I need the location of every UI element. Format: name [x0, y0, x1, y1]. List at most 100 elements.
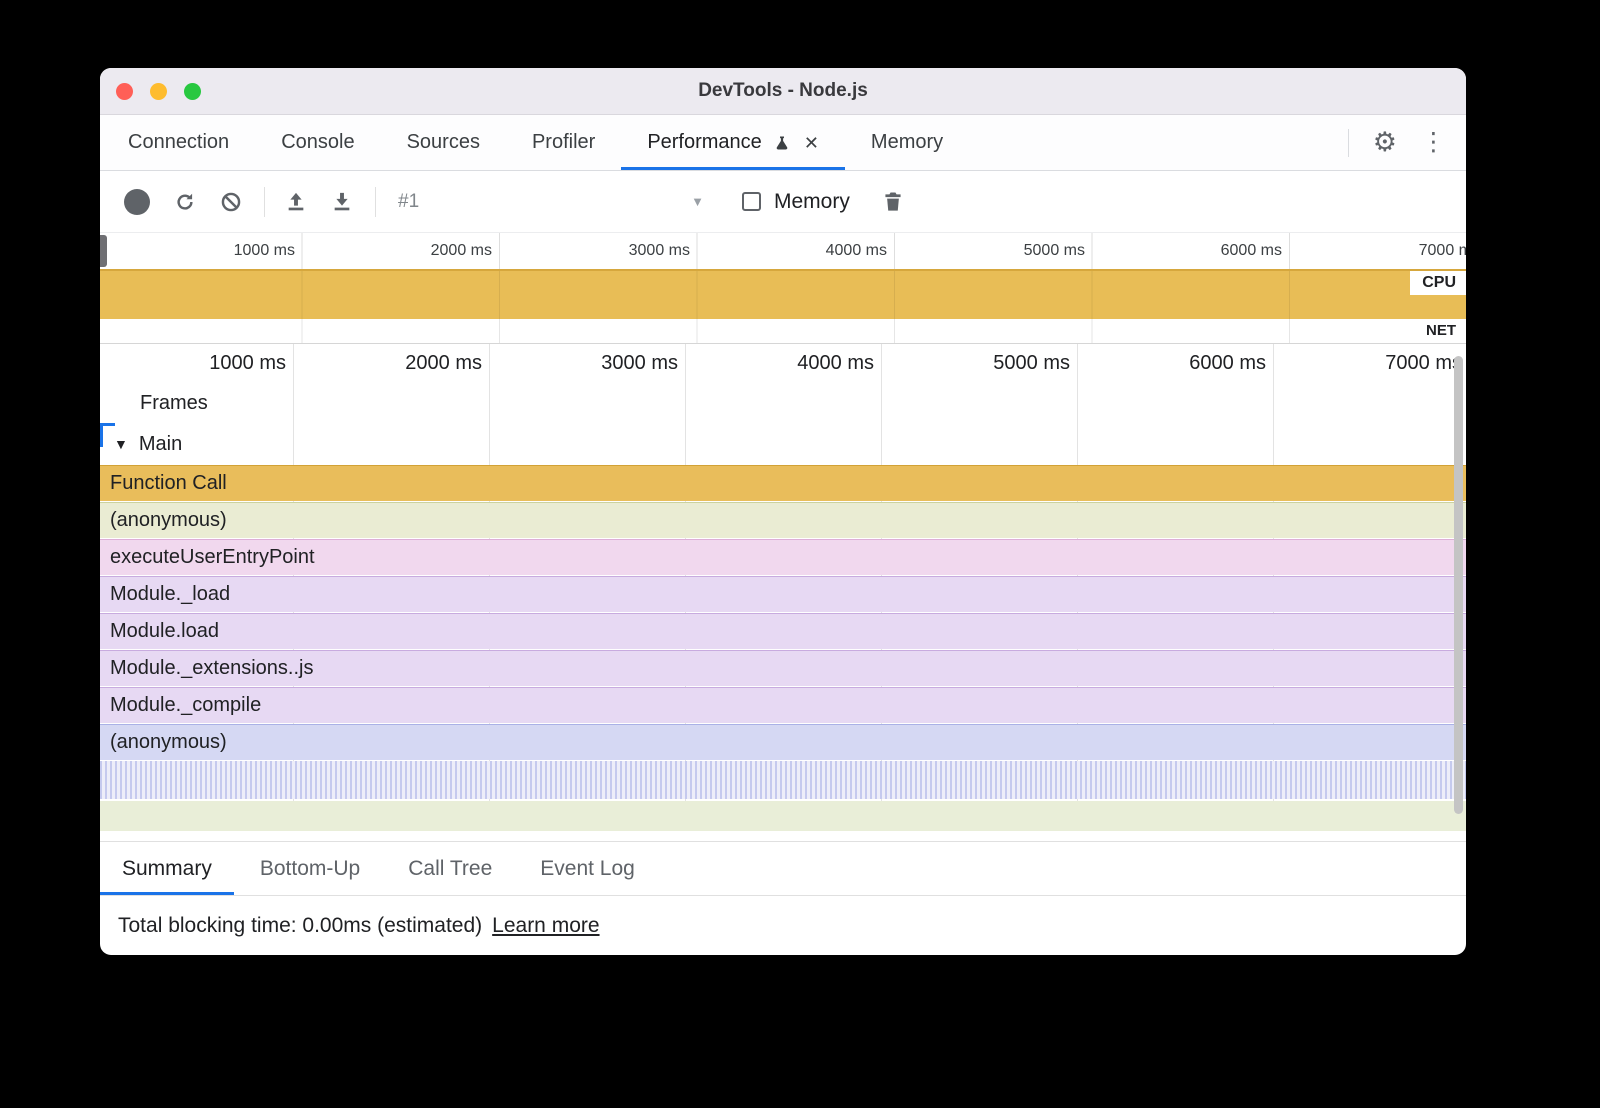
window-title: DevTools - Node.js — [698, 80, 868, 102]
flame-tick: 2000 ms — [372, 352, 482, 375]
tab-performance[interactable]: Performance ✕ — [621, 115, 845, 170]
tab-profiler[interactable]: Profiler — [506, 115, 621, 170]
close-tab-icon[interactable]: ✕ — [804, 134, 819, 152]
tab-label: Sources — [407, 131, 480, 154]
divider — [1348, 129, 1349, 157]
settings-gear-icon[interactable]: ⚙ — [1373, 129, 1397, 156]
flame-bar-module-load[interactable]: Module.load — [100, 613, 1466, 649]
tab-label: Profiler — [532, 131, 595, 154]
load-profile-button[interactable] — [281, 187, 311, 217]
minimap-left-handle[interactable] — [100, 235, 107, 267]
profile-select[interactable]: #1 ▼ — [390, 191, 712, 213]
frames-track[interactable]: Frames — [100, 383, 1466, 423]
flask-icon — [774, 134, 790, 151]
flame-bar-label: (anonymous) — [110, 731, 227, 754]
flame-bar-label: (anonymous) — [110, 509, 227, 532]
flame-tick: 3000 ms — [568, 352, 678, 375]
titlebar: DevTools - Node.js — [100, 68, 1466, 115]
profile-select-value: #1 — [398, 191, 419, 213]
minimap-tick: 6000 ms — [1172, 242, 1282, 260]
flame-ruler: 1000 ms 2000 ms 3000 ms 4000 ms 5000 ms … — [100, 344, 1466, 383]
minimap-tick: 2000 ms — [382, 242, 492, 260]
divider — [264, 187, 265, 217]
performance-toolbar: #1 ▼ Memory — [100, 171, 1466, 233]
dropdown-arrow-icon: ▼ — [691, 194, 704, 209]
tab-sources[interactable]: Sources — [381, 115, 506, 170]
vertical-scrollbar[interactable] — [1454, 356, 1463, 814]
frames-track-label: Frames — [140, 392, 208, 415]
net-overview-band[interactable]: NET — [100, 319, 1466, 344]
tab-bottom-up[interactable]: Bottom-Up — [238, 842, 382, 895]
selection-corner — [100, 423, 115, 426]
flame-bar-anonymous[interactable]: (anonymous) — [100, 502, 1466, 538]
tab-label: Performance — [647, 131, 762, 154]
learn-more-link[interactable]: Learn more — [492, 914, 599, 938]
reload-and-record-button[interactable] — [170, 187, 200, 217]
tab-label: Summary — [122, 857, 212, 881]
flame-tick: 7000 ms — [1352, 352, 1462, 375]
trash-button[interactable] — [878, 187, 908, 217]
minimap-tick: 3000 ms — [580, 242, 690, 260]
collapse-triangle-icon[interactable]: ▼ — [114, 436, 128, 452]
tab-connection[interactable]: Connection — [102, 115, 255, 170]
flame-chart: 1000 ms 2000 ms 3000 ms 4000 ms 5000 ms … — [100, 344, 1466, 831]
tab-event-log[interactable]: Event Log — [518, 842, 657, 895]
devtools-window: DevTools - Node.js Connection Console So… — [100, 68, 1466, 955]
analysis-tabbar: Summary Bottom-Up Call Tree Event Log — [100, 841, 1466, 896]
main-track-label: Main — [139, 433, 182, 456]
flame-bar-label: Module._extensions..js — [110, 657, 313, 680]
net-band-label: NET — [1416, 320, 1466, 341]
flame-bar-module-load-underscore[interactable]: Module._load — [100, 576, 1466, 612]
traffic-lights — [116, 68, 201, 114]
flame-bar-label: Module._load — [110, 583, 230, 606]
tab-summary[interactable]: Summary — [100, 842, 234, 895]
close-window-button[interactable] — [116, 83, 133, 100]
tab-label: Call Tree — [408, 857, 492, 881]
kebab-menu-icon[interactable]: ⋮ — [1421, 130, 1446, 155]
minimap-tick: 4000 ms — [777, 242, 887, 260]
flame-bar-execute-user-entry-point[interactable]: executeUserEntryPoint — [100, 539, 1466, 575]
tab-call-tree[interactable]: Call Tree — [386, 842, 514, 895]
save-profile-button[interactable] — [327, 187, 357, 217]
minimap-tick: 5000 ms — [975, 242, 1085, 260]
flame-tick: 6000 ms — [1156, 352, 1266, 375]
flame-bar-function-call[interactable]: Function Call — [100, 465, 1466, 501]
tabbar-right-controls: ⚙ ⋮ — [1348, 115, 1466, 170]
tab-label: Bottom-Up — [260, 857, 360, 881]
flame-tick: 4000 ms — [764, 352, 874, 375]
main-track-header[interactable]: ▼ Main — [100, 423, 1466, 465]
flame-bar-module-extensions-js[interactable]: Module._extensions..js — [100, 650, 1466, 686]
flame-bar-module-compile[interactable]: Module._compile — [100, 687, 1466, 723]
tab-console[interactable]: Console — [255, 115, 380, 170]
selection-corner — [100, 423, 103, 447]
tab-label: Connection — [128, 131, 229, 154]
memory-checkbox-label: Memory — [774, 190, 850, 214]
cpu-band-label: CPU — [1410, 271, 1466, 295]
zoom-window-button[interactable] — [184, 83, 201, 100]
cpu-overview-band[interactable]: CPU — [100, 269, 1466, 319]
flame-bar-anonymous-2[interactable]: (anonymous) — [100, 724, 1466, 760]
flame-bar-label: executeUserEntryPoint — [110, 546, 315, 569]
flame-bar-green-band[interactable] — [100, 801, 1466, 831]
divider — [375, 187, 376, 217]
flame-tick: 5000 ms — [960, 352, 1070, 375]
tab-label: Console — [281, 131, 354, 154]
memory-checkbox[interactable] — [742, 192, 761, 211]
flame-bar-striped-band[interactable] — [100, 761, 1466, 799]
overview-minimap: 1000 ms 2000 ms 3000 ms 4000 ms 5000 ms … — [100, 233, 1466, 344]
tab-label: Event Log — [540, 857, 635, 881]
tab-memory[interactable]: Memory — [845, 115, 969, 170]
minimap-tick: 1000 ms — [185, 242, 295, 260]
flame-tick: 1000 ms — [176, 352, 286, 375]
flame-bar-label: Module._compile — [110, 694, 261, 717]
record-button[interactable] — [124, 189, 150, 215]
clear-recording-icon[interactable] — [216, 187, 246, 217]
status-bar: Total blocking time: 0.00ms (estimated) … — [100, 896, 1466, 955]
minimap-tick: 7000 ms — [1370, 242, 1466, 260]
minimap-ruler[interactable]: 1000 ms 2000 ms 3000 ms 4000 ms 5000 ms … — [100, 233, 1466, 269]
flame-bar-label: Function Call — [110, 472, 227, 495]
total-blocking-time-text: Total blocking time: 0.00ms (estimated) — [118, 914, 482, 938]
minimize-window-button[interactable] — [150, 83, 167, 100]
tab-label: Memory — [871, 131, 943, 154]
main-tabbar: Connection Console Sources Profiler Perf… — [100, 115, 1466, 171]
